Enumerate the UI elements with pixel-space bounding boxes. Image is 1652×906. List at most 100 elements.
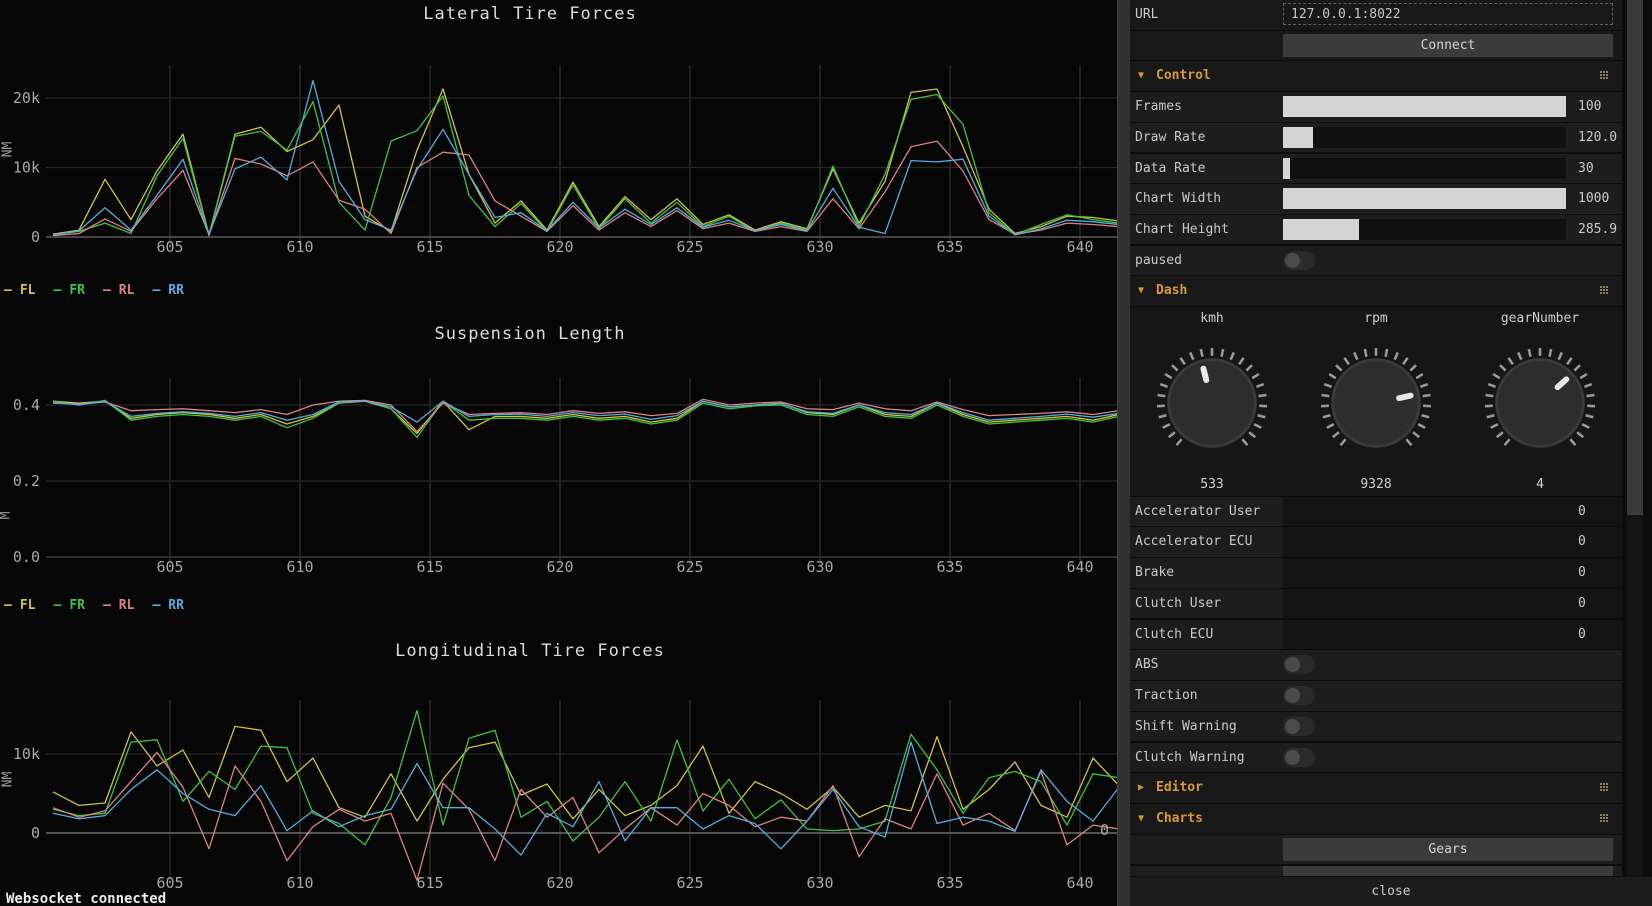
kmh-knob[interactable] (1153, 344, 1271, 462)
panel-resize-divider[interactable] (1117, 0, 1130, 906)
connect-button[interactable]: Connect (1283, 34, 1613, 57)
x-axis-tick-label: 635 (936, 238, 963, 256)
section-title: Charts (1156, 804, 1203, 834)
partially-visible-button[interactable] (1283, 866, 1613, 876)
chart-height-slider[interactable] (1283, 219, 1566, 240)
rpm-knob[interactable] (1317, 344, 1435, 462)
legend-item-FR[interactable]: —FR (53, 598, 84, 613)
gauge-value: 9328 (1294, 477, 1458, 492)
knob-tick (1493, 374, 1500, 378)
x-axis-tick-label: 625 (676, 874, 703, 892)
section-header-charts[interactable]: ▼ Charts (1130, 804, 1622, 834)
knob-tick (1386, 349, 1388, 357)
frames-slider[interactable] (1283, 96, 1566, 117)
toggle-label: ABS (1135, 650, 1158, 680)
drag-handle-icon[interactable] (1600, 286, 1602, 288)
drag-handle-icon[interactable] (1600, 71, 1602, 73)
collapse-triangle-icon: ▼ (1138, 61, 1144, 91)
url-input[interactable] (1283, 3, 1613, 25)
draw-rate-value[interactable]: 120.0 (1578, 123, 1617, 153)
legend-item-RL[interactable]: —RL (103, 283, 134, 298)
x-axis-tick-label: 640 (1066, 558, 1093, 576)
suspension-length-chart: 0.00.20.4605610615620625630635640 (0, 295, 1117, 590)
knob-tick (1249, 432, 1255, 437)
legend-label: RR (168, 598, 184, 613)
knob-body (1333, 360, 1420, 447)
hidden-chart-axis-tick: 0 (1100, 821, 1109, 839)
gauge-label: gearNumber (1458, 311, 1622, 326)
draw-rate-slider[interactable] (1283, 127, 1566, 148)
toggle-knob (1285, 253, 1300, 268)
knob-tick (1177, 439, 1182, 445)
legend-item-RL[interactable]: —RL (103, 598, 134, 613)
knob-tick (1423, 395, 1431, 396)
section-header-control[interactable]: ▼ Control (1130, 61, 1622, 91)
knob-tick (1567, 358, 1572, 364)
knob-tick (1222, 349, 1224, 357)
y-axis-tick-label: 0 (31, 228, 40, 246)
legend-item-FL[interactable]: —FL (4, 283, 35, 298)
collapse-triangle-icon: ▼ (1138, 804, 1144, 834)
clutch-warning-toggle[interactable] (1283, 748, 1315, 767)
series-line-RR (53, 81, 1117, 235)
knob-tick (1422, 415, 1430, 417)
knob-tick (1160, 384, 1167, 387)
legend-item-RR[interactable]: —RR (152, 283, 183, 298)
scrollbar-thumb[interactable] (1627, 0, 1643, 515)
knob-tick (1529, 349, 1531, 357)
legend-item-FR[interactable]: —FR (53, 283, 84, 298)
connect-row: Connect (1130, 31, 1622, 61)
chart-width-slider[interactable] (1283, 188, 1566, 209)
knob-tick (1486, 395, 1494, 396)
accelerator-ecu-value: 0 (1578, 527, 1586, 557)
chart-width-value[interactable]: 1000 (1578, 184, 1609, 214)
paused-row: paused (1130, 246, 1622, 276)
accelerator-user-value: 0 (1578, 497, 1586, 527)
close-button[interactable]: close (1130, 877, 1652, 906)
knob-tick (1505, 439, 1510, 445)
partial-row (1130, 866, 1622, 877)
drag-handle-icon[interactable] (1600, 814, 1602, 816)
x-axis-tick-label: 610 (286, 558, 313, 576)
knob-tick (1416, 374, 1423, 378)
x-axis-tick-label: 610 (286, 874, 313, 892)
drag-handle-icon[interactable] (1600, 783, 1602, 785)
data-rate-slider[interactable] (1283, 158, 1566, 179)
gauge-kmh: kmh 533 (1130, 307, 1294, 496)
frames-value[interactable]: 100 (1578, 92, 1601, 122)
section-header-editor[interactable]: ▶ Editor (1130, 773, 1622, 803)
shift-warning-toggle[interactable] (1283, 717, 1315, 736)
gauge-rpm: rpm 9328 (1294, 307, 1458, 496)
paused-toggle[interactable] (1283, 251, 1315, 270)
knob-tick (1172, 365, 1178, 370)
control-panel: URL Connect ▼ Control Frames 100 Draw Ra… (1130, 0, 1622, 906)
x-axis-tick-label: 630 (806, 238, 833, 256)
readout-track (1283, 497, 1622, 527)
legend-label: RR (168, 283, 184, 298)
lateral-forces-chart: 010k20k605610615620625630635640 (0, 0, 1117, 295)
charts-pane: Lateral Tire Forces Suspension Length Lo… (0, 0, 1117, 906)
legend-label: FL (20, 598, 36, 613)
panel-scrollbar[interactable] (1627, 0, 1643, 877)
section-header-dash[interactable]: ▼ Dash (1130, 276, 1622, 306)
traction-toggle[interactable] (1283, 686, 1315, 705)
gear-number-knob[interactable] (1481, 344, 1599, 462)
chart-height-value[interactable]: 285.9 (1578, 215, 1617, 245)
collapse-triangle-icon: ▶ (1138, 773, 1144, 803)
data-rate-value[interactable]: 30 (1578, 154, 1594, 184)
slider-fill (1283, 188, 1566, 209)
series-line-FR (53, 711, 1117, 845)
knob-tick (1488, 384, 1495, 387)
x-axis-tick-label: 620 (546, 558, 573, 576)
legend-item-FL[interactable]: —FL (4, 598, 35, 613)
x-axis-tick-label: 620 (546, 238, 573, 256)
legend-dash-icon: — (152, 598, 160, 613)
toggle-row-traction: Traction (1130, 681, 1622, 711)
toggle-knob (1285, 688, 1300, 703)
abs-toggle[interactable] (1283, 655, 1315, 674)
legend-item-RR[interactable]: — RR (152, 598, 183, 613)
legend-label: FR (69, 283, 85, 298)
slider-label: Chart Width (1135, 184, 1221, 214)
readout-row-brake: Brake 0 (1130, 558, 1622, 588)
gears-button[interactable]: Gears (1283, 838, 1613, 861)
